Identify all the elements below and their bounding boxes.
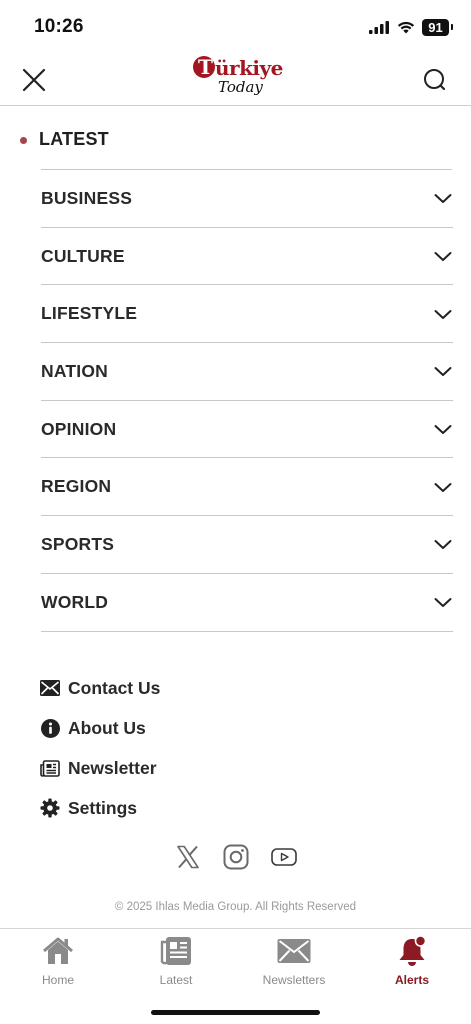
tab-latest[interactable]: Latest xyxy=(126,935,226,991)
about-us-link[interactable]: About Us xyxy=(40,708,160,748)
chevron-down-icon xyxy=(434,425,452,435)
envelope-icon xyxy=(277,935,311,967)
search-icon xyxy=(424,69,446,91)
contact-us-link[interactable]: Contact Us xyxy=(40,668,160,708)
newsletter-link[interactable]: Newsletter xyxy=(40,748,160,788)
gear-icon xyxy=(40,798,60,818)
newspaper-icon xyxy=(159,935,193,967)
menu-item-label: WORLD xyxy=(41,591,109,612)
chevron-down-icon xyxy=(434,252,452,262)
menu-item-label: LIFESTYLE xyxy=(41,303,138,324)
category-menu: BUSINESS CULTURE LIFESTYLE NATION OPINIO… xyxy=(41,170,453,632)
home-indicator xyxy=(151,1010,320,1015)
chevron-down-icon xyxy=(434,598,452,608)
newspaper-icon xyxy=(40,758,60,778)
menu-item-lifestyle[interactable]: LIFESTYLE xyxy=(41,285,453,344)
logo-top-text: ürkiye xyxy=(215,56,283,80)
home-icon xyxy=(41,935,75,967)
turkiye-today-logo[interactable]: T ürkiye Today xyxy=(188,54,284,102)
x-twitter-icon[interactable] xyxy=(174,843,202,871)
envelope-icon xyxy=(40,678,60,698)
about-us-label: About Us xyxy=(68,717,146,738)
menu-item-latest[interactable]: LATEST xyxy=(39,129,109,150)
latest-indicator-dot xyxy=(20,137,27,144)
chevron-down-icon xyxy=(434,367,452,377)
instagram-icon[interactable] xyxy=(222,843,250,871)
menu-item-world[interactable]: WORLD xyxy=(41,574,453,632)
battery-indicator: 91 xyxy=(422,19,453,36)
menu-item-label: BUSINESS xyxy=(41,187,133,208)
signal-icon xyxy=(369,21,389,34)
wifi-icon xyxy=(397,21,415,34)
tab-newsletters[interactable]: Newsletters xyxy=(244,935,344,991)
newsletter-label: Newsletter xyxy=(68,757,157,778)
menu-item-label: REGION xyxy=(41,476,112,497)
search-button[interactable] xyxy=(421,66,449,94)
settings-label: Settings xyxy=(68,797,138,818)
menu-item-culture[interactable]: CULTURE xyxy=(41,228,453,286)
menu-item-label: NATION xyxy=(41,360,108,381)
info-icon xyxy=(40,718,60,738)
tab-newsletters-label: Newsletters xyxy=(262,973,326,987)
youtube-icon[interactable] xyxy=(270,843,298,871)
tab-latest-label: Latest xyxy=(159,973,193,987)
menu-item-sports[interactable]: SPORTS xyxy=(41,516,453,574)
close-button[interactable] xyxy=(20,66,48,94)
settings-link[interactable]: Settings xyxy=(40,788,160,828)
bell-icon xyxy=(395,935,429,967)
status-icons: 91 xyxy=(369,19,453,36)
menu-item-region[interactable]: REGION xyxy=(41,458,453,517)
menu-item-label: SPORTS xyxy=(41,533,115,554)
info-links: Contact Us About Us Newsletter Settings xyxy=(40,668,160,828)
tab-alerts-label: Alerts xyxy=(394,973,429,987)
app-header: T ürkiye Today xyxy=(0,54,471,106)
logo-initial: T xyxy=(198,55,213,79)
chevron-down-icon xyxy=(434,309,452,319)
tab-home[interactable]: Home xyxy=(8,935,108,991)
menu-item-opinion[interactable]: OPINION xyxy=(41,401,453,459)
menu-item-label: OPINION xyxy=(41,418,117,439)
contact-us-label: Contact Us xyxy=(68,677,161,698)
close-icon xyxy=(22,68,46,92)
copyright-text: © 2025 Ihlas Media Group. All Rights Res… xyxy=(114,901,357,913)
menu-item-business[interactable]: BUSINESS xyxy=(41,170,453,228)
chevron-down-icon xyxy=(434,482,452,492)
status-bar: 10:26 91 xyxy=(0,0,471,54)
menu-item-label: CULTURE xyxy=(41,245,125,266)
status-time: 10:26 xyxy=(34,16,84,37)
chevron-down-icon xyxy=(434,540,452,550)
logo-bottom-text: Today xyxy=(218,78,263,96)
tab-home-label: Home xyxy=(41,973,74,987)
menu-item-nation[interactable]: NATION xyxy=(41,343,453,401)
tab-alerts[interactable]: Alerts xyxy=(362,935,462,991)
social-links xyxy=(174,843,298,871)
chevron-down-icon xyxy=(434,194,452,204)
